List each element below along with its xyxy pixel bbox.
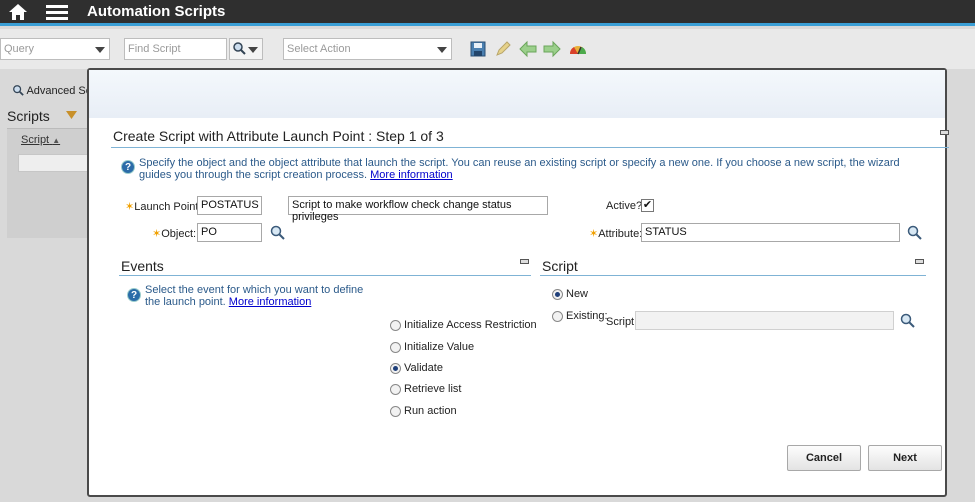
events-info: Select the event for which you want to d… bbox=[145, 284, 365, 308]
launch-point-label-text: Launch Point: bbox=[134, 201, 202, 213]
event-option-label: Initialize Access Restriction bbox=[404, 319, 537, 331]
pencil-icon[interactable] bbox=[494, 40, 512, 58]
object-input[interactable]: PO bbox=[197, 223, 262, 242]
select-action[interactable]: Select Action bbox=[283, 38, 452, 60]
intro-text: Specify the object and the object attrib… bbox=[139, 157, 900, 181]
event-option-label: Run action bbox=[404, 405, 457, 417]
cancel-button[interactable]: Cancel bbox=[787, 445, 861, 471]
launch-point-description-input[interactable]: Script to make workflow check change sta… bbox=[288, 196, 548, 223]
column-script-label: Script bbox=[21, 134, 50, 146]
attribute-label: ✶Attribute: bbox=[589, 227, 642, 240]
object-label: ✶Object: bbox=[152, 227, 196, 240]
query-select[interactable]: Query bbox=[0, 38, 110, 60]
active-checkbox[interactable]: ✔ bbox=[641, 199, 654, 212]
attribute-input[interactable]: STATUS bbox=[641, 223, 900, 242]
events-more-information-link[interactable]: More information bbox=[229, 296, 312, 308]
required-icon: ✶ bbox=[152, 228, 162, 240]
title-divider bbox=[111, 147, 949, 148]
radio-existing-script[interactable] bbox=[552, 311, 563, 322]
toolbar: Query Find Script Select Action bbox=[0, 29, 975, 69]
advanced-search-label: Advanced Se bbox=[26, 85, 92, 97]
chevron-down-icon bbox=[95, 47, 105, 53]
required-icon: ✶ bbox=[125, 201, 135, 213]
event-option-label: Retrieve list bbox=[404, 383, 462, 395]
home-icon[interactable] bbox=[8, 3, 28, 21]
help-icon: ? bbox=[127, 288, 141, 302]
dialog-title: Create Script with Attribute Launch Poin… bbox=[113, 128, 444, 144]
radio-initialize-access-restriction[interactable] bbox=[390, 320, 401, 331]
events-section-title: Events bbox=[121, 258, 164, 274]
save-icon[interactable] bbox=[469, 40, 487, 58]
existing-script-label: Existing: bbox=[566, 310, 608, 322]
search-button[interactable] bbox=[229, 38, 263, 60]
event-option-label: Initialize Value bbox=[404, 341, 475, 353]
attribute-label-text: Attribute: bbox=[598, 228, 643, 240]
required-icon: ✶ bbox=[589, 228, 599, 240]
active-label: Active? bbox=[606, 200, 643, 212]
radio-validate[interactable] bbox=[390, 363, 401, 374]
more-information-link[interactable]: More information bbox=[370, 169, 453, 181]
existing-script-input[interactable] bbox=[635, 311, 894, 330]
query-placeholder: Query bbox=[4, 43, 34, 55]
filter-icon[interactable] bbox=[65, 111, 77, 119]
launch-point-label: ✶Launch Point: bbox=[125, 200, 202, 213]
sort-icon: ▲ bbox=[52, 136, 61, 145]
app-title: Automation Scripts bbox=[87, 3, 226, 20]
find-script-input[interactable]: Find Script bbox=[124, 38, 227, 60]
chevron-down-icon bbox=[437, 47, 447, 53]
collapse-dialog-icon[interactable] bbox=[940, 130, 949, 135]
script-divider bbox=[540, 275, 926, 276]
search-icon bbox=[13, 85, 24, 96]
arrow-right-icon[interactable] bbox=[543, 40, 561, 58]
script-section-title: Script bbox=[542, 258, 578, 274]
column-header-script[interactable]: Script ▲ bbox=[21, 134, 60, 146]
gauge-icon[interactable] bbox=[568, 40, 588, 58]
dialog-intro: Specify the object and the object attrib… bbox=[139, 157, 929, 181]
select-action-placeholder: Select Action bbox=[287, 43, 351, 55]
scripts-list-title: Scripts bbox=[7, 108, 77, 124]
events-divider bbox=[119, 275, 531, 276]
object-label-text: Object: bbox=[161, 228, 197, 240]
script-field-label: Script: bbox=[606, 316, 638, 328]
menu-icon[interactable] bbox=[46, 3, 68, 21]
collapse-events-icon[interactable] bbox=[520, 259, 529, 264]
radio-initialize-value[interactable] bbox=[390, 342, 401, 353]
collapse-script-icon[interactable] bbox=[915, 259, 924, 264]
find-script-placeholder: Find Script bbox=[128, 43, 181, 55]
event-option-label: Validate bbox=[404, 362, 443, 374]
help-icon: ? bbox=[121, 160, 135, 174]
new-script-label: New bbox=[566, 288, 589, 300]
arrow-left-icon[interactable] bbox=[519, 40, 537, 58]
radio-retrieve-list[interactable] bbox=[390, 384, 401, 395]
search-icon bbox=[233, 42, 246, 55]
create-script-dialog: Create Script with Attribute Launch Poin… bbox=[87, 68, 949, 497]
launch-point-input[interactable]: POSTATUS bbox=[197, 196, 262, 215]
search-icon[interactable] bbox=[900, 313, 915, 328]
radio-new-script[interactable] bbox=[552, 289, 563, 300]
scripts-title-text: Scripts bbox=[7, 108, 50, 124]
advanced-search-link[interactable]: Advanced Se bbox=[12, 84, 92, 97]
column-filter-input[interactable] bbox=[18, 154, 90, 172]
search-icon[interactable] bbox=[270, 225, 285, 240]
radio-run-action[interactable] bbox=[390, 406, 401, 417]
chevron-down-icon bbox=[248, 47, 258, 53]
top-bar: Automation Scripts bbox=[0, 0, 975, 26]
search-icon[interactable] bbox=[907, 225, 922, 240]
dialog-header bbox=[89, 70, 945, 118]
next-button[interactable]: Next bbox=[868, 445, 942, 471]
